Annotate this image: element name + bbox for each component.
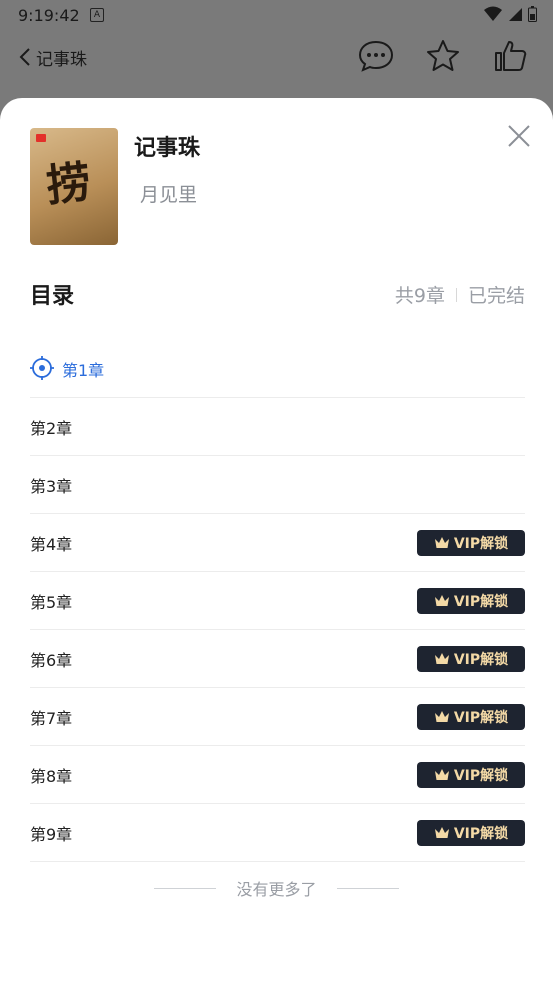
battery-icon <box>528 6 537 22</box>
chapter-row[interactable]: 第8章 VIP解锁 <box>30 746 525 804</box>
vip-unlock-label: VIP解锁 <box>453 535 509 552</box>
vip-unlock-label: VIP解锁 <box>453 767 509 784</box>
vip-unlock-badge[interactable]: VIP解锁 <box>417 703 525 730</box>
chapter-label: 第7章 <box>30 708 73 728</box>
chapter-label: 第1章 <box>62 360 105 380</box>
close-icon[interactable] <box>507 124 531 148</box>
divider <box>154 887 217 889</box>
star-icon[interactable] <box>425 38 461 74</box>
book-title: 记事珠 <box>134 136 201 161</box>
crown-icon <box>434 827 449 838</box>
signal-icon <box>509 8 522 21</box>
back-button[interactable]: 记事珠 <box>18 42 87 72</box>
crown-icon <box>434 653 449 664</box>
wifi-icon <box>484 6 502 21</box>
chevron-left-icon <box>19 48 30 66</box>
back-button-label: 记事珠 <box>36 49 87 70</box>
vip-unlock-badge[interactable]: VIP解锁 <box>417 819 525 846</box>
vip-unlock-label: VIP解锁 <box>453 651 509 668</box>
vip-unlock-label: VIP解锁 <box>453 825 509 842</box>
cover-art: 捞 <box>43 156 94 213</box>
chapter-label: 第4章 <box>30 534 73 554</box>
toc-title: 目录 <box>30 284 75 309</box>
status-icons <box>484 6 537 22</box>
chapter-row[interactable]: 第3章 <box>30 456 525 514</box>
end-of-list-label: 没有更多了 <box>236 880 317 899</box>
divider <box>336 887 399 889</box>
chapter-label: 第2章 <box>30 418 73 438</box>
divider <box>455 287 457 302</box>
publisher-logo <box>36 134 46 142</box>
chapter-label: 第5章 <box>30 592 73 612</box>
notification-icon: A <box>90 8 104 22</box>
vip-unlock-badge[interactable]: VIP解锁 <box>417 761 525 788</box>
toc-header: 目录 共9章 已完结 <box>30 278 525 309</box>
chapter-row[interactable]: 第9章 VIP解锁 <box>30 804 525 862</box>
book-cover: 捞 <box>30 128 118 245</box>
vip-unlock-label: VIP解锁 <box>453 593 509 610</box>
chapter-row[interactable]: 第5章 VIP解锁 <box>30 572 525 630</box>
completion-status: 已完结 <box>467 285 525 307</box>
crown-icon <box>434 769 449 780</box>
chapter-row[interactable]: 第1章 <box>30 340 525 398</box>
locate-icon <box>30 356 54 380</box>
chapter-label: 第6章 <box>30 650 73 670</box>
end-of-list: 没有更多了 <box>0 878 553 899</box>
crown-icon <box>434 711 449 722</box>
chapter-row[interactable]: 第6章 VIP解锁 <box>30 630 525 688</box>
chapter-label: 第8章 <box>30 766 73 786</box>
toc-meta: 共9章 已完结 <box>395 281 525 308</box>
chapter-label: 第9章 <box>30 824 73 844</box>
book-author: 月见里 <box>140 184 198 206</box>
vip-unlock-label: VIP解锁 <box>453 709 509 726</box>
vip-unlock-badge[interactable]: VIP解锁 <box>417 529 525 556</box>
chapter-row[interactable]: 第2章 <box>30 398 525 456</box>
crown-icon <box>434 537 449 548</box>
vip-unlock-badge[interactable]: VIP解锁 <box>417 645 525 672</box>
chapter-count: 共9章 <box>394 285 445 307</box>
comment-icon[interactable] <box>358 38 394 74</box>
crown-icon <box>434 595 449 606</box>
catalog-sheet: 捞 记事珠 月见里 目录 共9章 已完结 第1章 第2章 第3章 第4章 VIP… <box>0 98 553 984</box>
chapter-label: 第3章 <box>30 476 73 496</box>
chapter-row[interactable]: 第4章 VIP解锁 <box>30 514 525 572</box>
vip-unlock-badge[interactable]: VIP解锁 <box>417 587 525 614</box>
status-time: 9:19:42 <box>18 6 80 25</box>
top-nav: 记事珠 <box>0 32 553 88</box>
chapter-row[interactable]: 第7章 VIP解锁 <box>30 688 525 746</box>
thumbs-up-icon[interactable] <box>493 38 529 74</box>
status-bar: 9:19:42 A <box>0 0 553 32</box>
chapter-list: 第1章 第2章 第3章 第4章 VIP解锁 第5章 VIP解锁 第6章 VIP解… <box>30 340 525 862</box>
